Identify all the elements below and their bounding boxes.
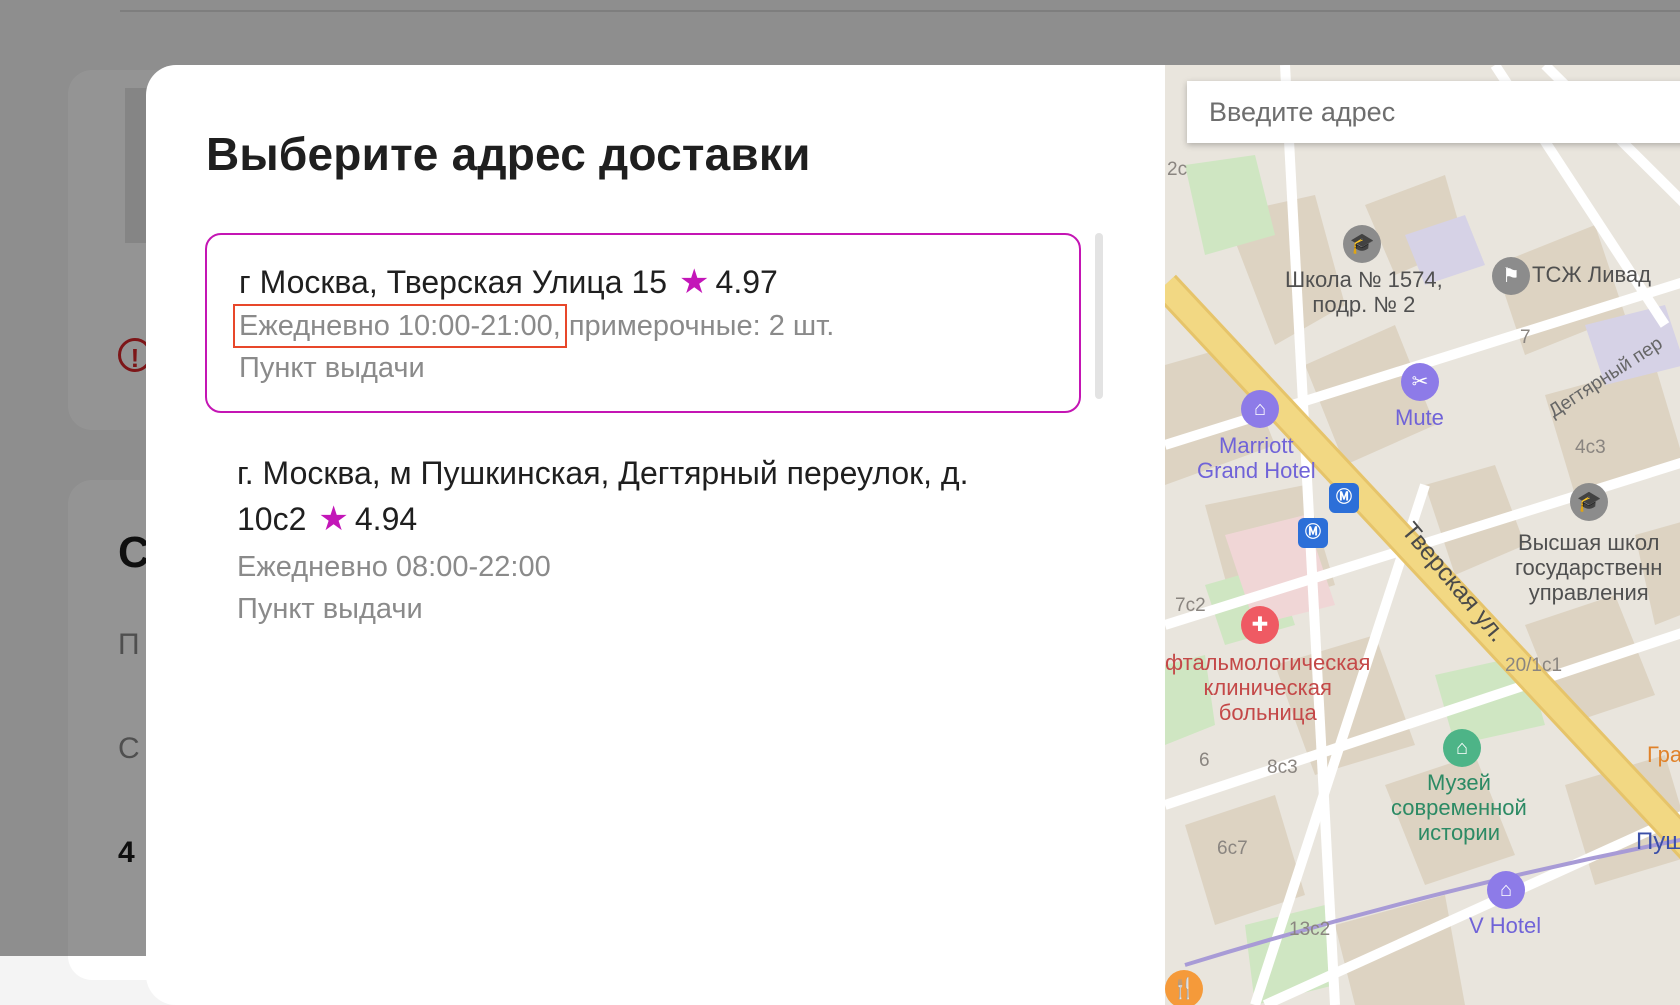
graduation-cap-icon[interactable]: 🎓 [1570,483,1608,521]
map-house-number: 6с7 [1217,838,1248,859]
map-label-higher-school: Высшая школ государственн управления [1515,530,1663,605]
star-icon: ★ [318,500,349,538]
metro-icon[interactable]: Ⓜ [1329,483,1359,513]
restaurant-icon[interactable]: 🍴 [1165,970,1203,1005]
map-label-hospital: фтальмологическая клиническая больница [1165,650,1371,725]
bed-icon[interactable]: ⌂ [1487,871,1525,909]
pickup-hours: Ежедневно 10:00-21:00, [233,304,567,348]
pickup-hours: Ежедневно 08:00-22:00 [237,551,551,583]
map-view[interactable]: 🎓 Школа № 1574,подр. № 2 ⚑ ТСЖ Ливад ✂ M… [1165,65,1680,1005]
modal-title: Выберите адрес доставки [206,128,811,180]
pickup-address-line: г. Москва, м Пушкинская, Дегтярный переу… [237,450,1037,542]
metro-icon[interactable]: Ⓜ [1298,518,1328,548]
map-label-tszh: ТСЖ Ливад [1532,262,1651,287]
map-house-number: 6 [1199,750,1210,771]
map-house-number: 4с3 [1575,437,1606,458]
map-house-number: 13с2 [1289,919,1331,940]
address-search-input[interactable] [1187,81,1680,143]
bed-icon[interactable]: ⌂ [1241,390,1279,428]
map-house-number: 20/1с1 [1505,655,1563,676]
list-scrollbar[interactable] [1095,233,1103,399]
map-label-marriott: Marriott Grand Hotel [1197,433,1316,483]
delivery-address-modal: Выберите адрес доставки г Москва, Тверск… [146,65,1680,1005]
pickup-address-line: г Москва, Тверская Улица 15 ★ 4.97 [239,259,1047,305]
museum-icon[interactable]: ⌂ [1443,729,1481,767]
pickup-type: Пункт выдачи [237,593,423,625]
pickup-point-item[interactable]: г Москва, Тверская Улица 15 ★ 4.97 Ежеднев… [205,233,1081,413]
map-label-gra: Гра [1647,742,1680,767]
star-icon: ★ [679,263,710,301]
map-label-museum: Музей современной истории [1391,770,1527,845]
pickup-fitting-rooms: примерочные: 2 шт. [560,310,835,342]
cross-icon[interactable]: ✚ [1241,606,1279,644]
map-label-school: Школа № 1574, подр. № 2 [1285,267,1443,317]
pickup-type: Пункт выдачи [239,352,425,384]
pickup-address: г Москва, Тверская Улица 15 [239,264,668,300]
map-label-push: Пуш [1636,828,1680,855]
pickup-rating: 4.94 [354,501,418,537]
map-label-mute: Mute [1395,405,1444,430]
pickup-rating: 4.97 [715,264,778,300]
map-label-vhotel: V Hotel [1469,913,1542,938]
map-house-number: 2с [1167,159,1188,180]
pickup-point-list: г Москва, Тверская Улица 15 ★ 4.97 Ежеднев… [205,233,1081,953]
pickup-point-item[interactable]: г. Москва, м Пушкинская, Дегтярный переу… [205,436,1081,632]
scissors-icon[interactable]: ✂ [1401,363,1439,401]
map-house-number: 7 [1520,327,1531,348]
pickup-details-line: Ежедневно 10:00-21:00, примерочные: 2 шт… [233,304,1047,348]
flag-icon[interactable]: ⚑ [1492,257,1530,295]
map-house-number: 7с2 [1175,595,1206,616]
map-house-number: 8с3 [1267,757,1298,778]
graduation-cap-icon[interactable]: 🎓 [1343,225,1381,263]
